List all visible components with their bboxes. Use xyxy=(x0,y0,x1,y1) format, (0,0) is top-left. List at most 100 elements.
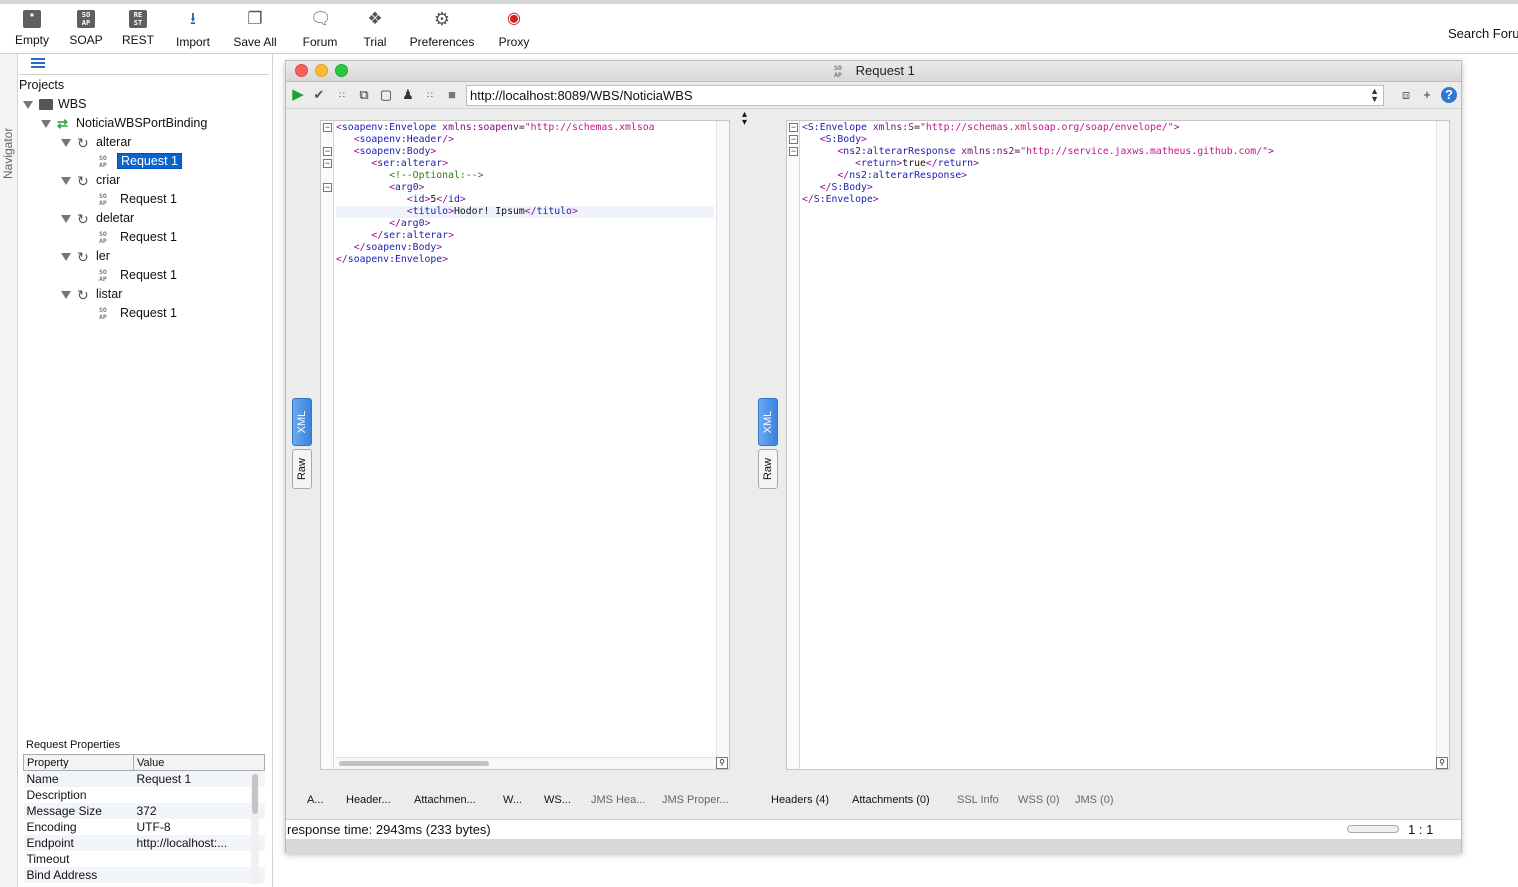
stop-icon[interactable]: ■ xyxy=(444,87,460,103)
load-test-icon[interactable]: ∷ xyxy=(422,87,438,103)
forum-button[interactable]: 🗨 Forum xyxy=(298,8,342,52)
close-window-button[interactable] xyxy=(295,64,308,77)
fold-icon[interactable]: − xyxy=(789,147,798,156)
endpoint-url-input[interactable]: http://localhost:8089/WBS/NoticiaWBS ▲ ▼ xyxy=(466,85,1384,106)
table-row[interactable]: Endpoint http://localhost:... xyxy=(23,835,265,851)
value-column-header[interactable]: Value xyxy=(133,754,265,771)
response-tab-ssl-info[interactable]: SSL Info xyxy=(957,794,999,806)
list-view-icon[interactable] xyxy=(31,58,45,70)
request-tab-ws[interactable]: WS... xyxy=(544,794,571,806)
request-node-criar[interactable]: SO AP Request 1 xyxy=(99,190,180,208)
fold-icon[interactable]: − xyxy=(789,123,798,132)
help-icon[interactable]: ? xyxy=(1441,87,1457,103)
zoom-icon[interactable]: ⚲ xyxy=(1436,757,1448,769)
code-line[interactable]: </soapenv:Envelope> xyxy=(336,254,714,266)
code-line[interactable]: </S:Envelope> xyxy=(802,194,1434,206)
add-assertion-icon[interactable]: ✔ xyxy=(311,87,327,103)
trial-button[interactable]: ❖ Trial xyxy=(356,8,394,52)
code-line[interactable]: <S:Body> xyxy=(802,134,1434,146)
clone-icon[interactable]: ♟ xyxy=(400,87,416,103)
proxy-button[interactable]: ◉ Proxy xyxy=(494,8,534,52)
search-forum-label[interactable]: Search Foru xyxy=(1448,26,1518,41)
splitter-arrows-icon[interactable]: ▴ ▾ xyxy=(742,110,747,128)
inspector-icon[interactable]: ⧈ xyxy=(1398,87,1414,103)
code-line[interactable]: </ns2:alterarResponse> xyxy=(802,170,1434,182)
add-icon[interactable]: + xyxy=(1419,87,1435,103)
code-line[interactable]: </arg0> xyxy=(336,218,714,230)
code-line[interactable]: </S:Body> xyxy=(802,182,1434,194)
expand-triangle-icon[interactable] xyxy=(61,214,71,223)
request-tab-ws-addressing[interactable]: W... xyxy=(503,794,522,806)
fold-icon[interactable]: − xyxy=(323,147,332,156)
table-row[interactable]: Bind Address xyxy=(23,867,265,883)
request-tab-headers[interactable]: Header... xyxy=(346,794,391,806)
operation-node-ler[interactable]: ↻ ler xyxy=(61,247,110,265)
request-node-ler[interactable]: SO AP Request 1 xyxy=(99,266,180,284)
code-line[interactable]: </soapenv:Body> xyxy=(336,242,714,254)
response-tab-wss[interactable]: WSS (0) xyxy=(1018,794,1060,806)
project-node-wbs[interactable]: WBS xyxy=(23,95,86,113)
navigator-strip[interactable]: Navigator xyxy=(0,54,18,887)
rest-project-button[interactable]: RE ST REST xyxy=(118,8,158,52)
minimize-window-button[interactable] xyxy=(315,64,328,77)
fold-icon[interactable]: − xyxy=(323,123,332,132)
response-tab-headers[interactable]: Headers (4) xyxy=(771,794,829,806)
response-tab-attachments[interactable]: Attachments (0) xyxy=(852,794,930,806)
zoom-icon[interactable]: ⚲ xyxy=(716,757,728,769)
table-row[interactable]: Description xyxy=(24,787,265,803)
fold-icon[interactable]: − xyxy=(323,183,332,192)
save-all-button[interactable]: ❐ Save All xyxy=(230,8,280,52)
table-row[interactable]: Name Request 1 xyxy=(23,770,265,787)
request-node-listar[interactable]: SO AP Request 1 xyxy=(99,304,180,322)
expand-triangle-icon[interactable] xyxy=(61,138,71,147)
code-line[interactable]: <ns2:alterarResponse xmlns:ns2="http://s… xyxy=(802,146,1434,158)
projects-root[interactable]: Projects xyxy=(19,76,64,94)
request-tab-auth[interactable]: A... xyxy=(307,794,324,806)
expand-triangle-icon[interactable] xyxy=(61,290,71,299)
request-node-deletar[interactable]: SO AP Request 1 xyxy=(99,228,180,246)
request-tab-jms-headers[interactable]: JMS Hea... xyxy=(591,794,645,806)
binding-node[interactable]: ⇄ NoticiaWBSPortBinding xyxy=(41,114,207,132)
code-line[interactable]: <return>true</return> xyxy=(802,158,1434,170)
table-row[interactable]: Message Size 372 xyxy=(23,803,265,819)
code-line[interactable]: <soapenv:Body> xyxy=(336,146,714,158)
request-horizontal-scrollbar[interactable] xyxy=(335,757,716,769)
expand-triangle-icon[interactable] xyxy=(23,100,33,109)
response-raw-tab[interactable]: Raw xyxy=(758,449,778,489)
empty-project-button[interactable]: ✱ Empty xyxy=(12,8,52,52)
table-row[interactable]: Timeout xyxy=(24,851,265,867)
preferences-button[interactable]: ⚙ Preferences xyxy=(408,8,476,52)
import-button[interactable]: ⭳ Import xyxy=(170,8,216,52)
maximize-window-button[interactable] xyxy=(335,64,348,77)
status-slider[interactable] xyxy=(1347,825,1399,833)
expand-triangle-icon[interactable] xyxy=(41,119,51,128)
code-line[interactable]: <ser:alterar> xyxy=(336,158,714,170)
code-line[interactable]: <!--Optional:--> xyxy=(336,170,714,182)
code-line[interactable]: <soapenv:Envelope xmlns:soapenv="http://… xyxy=(336,122,714,134)
response-xml-editor[interactable]: − − − <S:Envelope xmlns:S="http://schema… xyxy=(786,120,1450,770)
operation-node-deletar[interactable]: ↻ deletar xyxy=(61,209,134,227)
create-test-case-icon[interactable]: ∷ xyxy=(334,87,350,103)
resize-editor-icon[interactable]: ⧉ xyxy=(356,87,372,103)
tab-layout-icon[interactable]: ▢ xyxy=(378,87,394,103)
request-node-alterar[interactable]: SO AP Request 1 xyxy=(99,152,182,170)
request-vertical-scrollbar[interactable] xyxy=(716,121,729,769)
response-vertical-scrollbar[interactable] xyxy=(1436,121,1449,769)
request-tab-attachments[interactable]: Attachmen... xyxy=(414,794,476,806)
code-line[interactable]: <titulo>Hodor! Ipsum</titulo> xyxy=(336,206,714,218)
request-code-area[interactable]: <soapenv:Envelope xmlns:soapenv="http://… xyxy=(336,122,714,752)
operation-node-criar[interactable]: ↻ criar xyxy=(61,171,120,189)
code-line[interactable]: <id>5</id> xyxy=(336,194,714,206)
code-line[interactable]: </ser:alterar> xyxy=(336,230,714,242)
request-tab-jms-properties[interactable]: JMS Proper... xyxy=(662,794,729,806)
request-xml-tab[interactable]: XML xyxy=(292,398,312,446)
soap-project-button[interactable]: SO AP SOAP xyxy=(66,8,106,52)
properties-scrollbar[interactable] xyxy=(251,772,259,884)
response-code-area[interactable]: <S:Envelope xmlns:S="http://schemas.xmls… xyxy=(802,122,1434,752)
operation-node-alterar[interactable]: ↻ alterar xyxy=(61,133,131,151)
code-line[interactable]: <S:Envelope xmlns:S="http://schemas.xmls… xyxy=(802,122,1434,134)
response-xml-tab[interactable]: XML xyxy=(758,398,778,446)
fold-icon[interactable]: − xyxy=(789,135,798,144)
expand-triangle-icon[interactable] xyxy=(61,252,71,261)
fold-icon[interactable]: − xyxy=(323,159,332,168)
